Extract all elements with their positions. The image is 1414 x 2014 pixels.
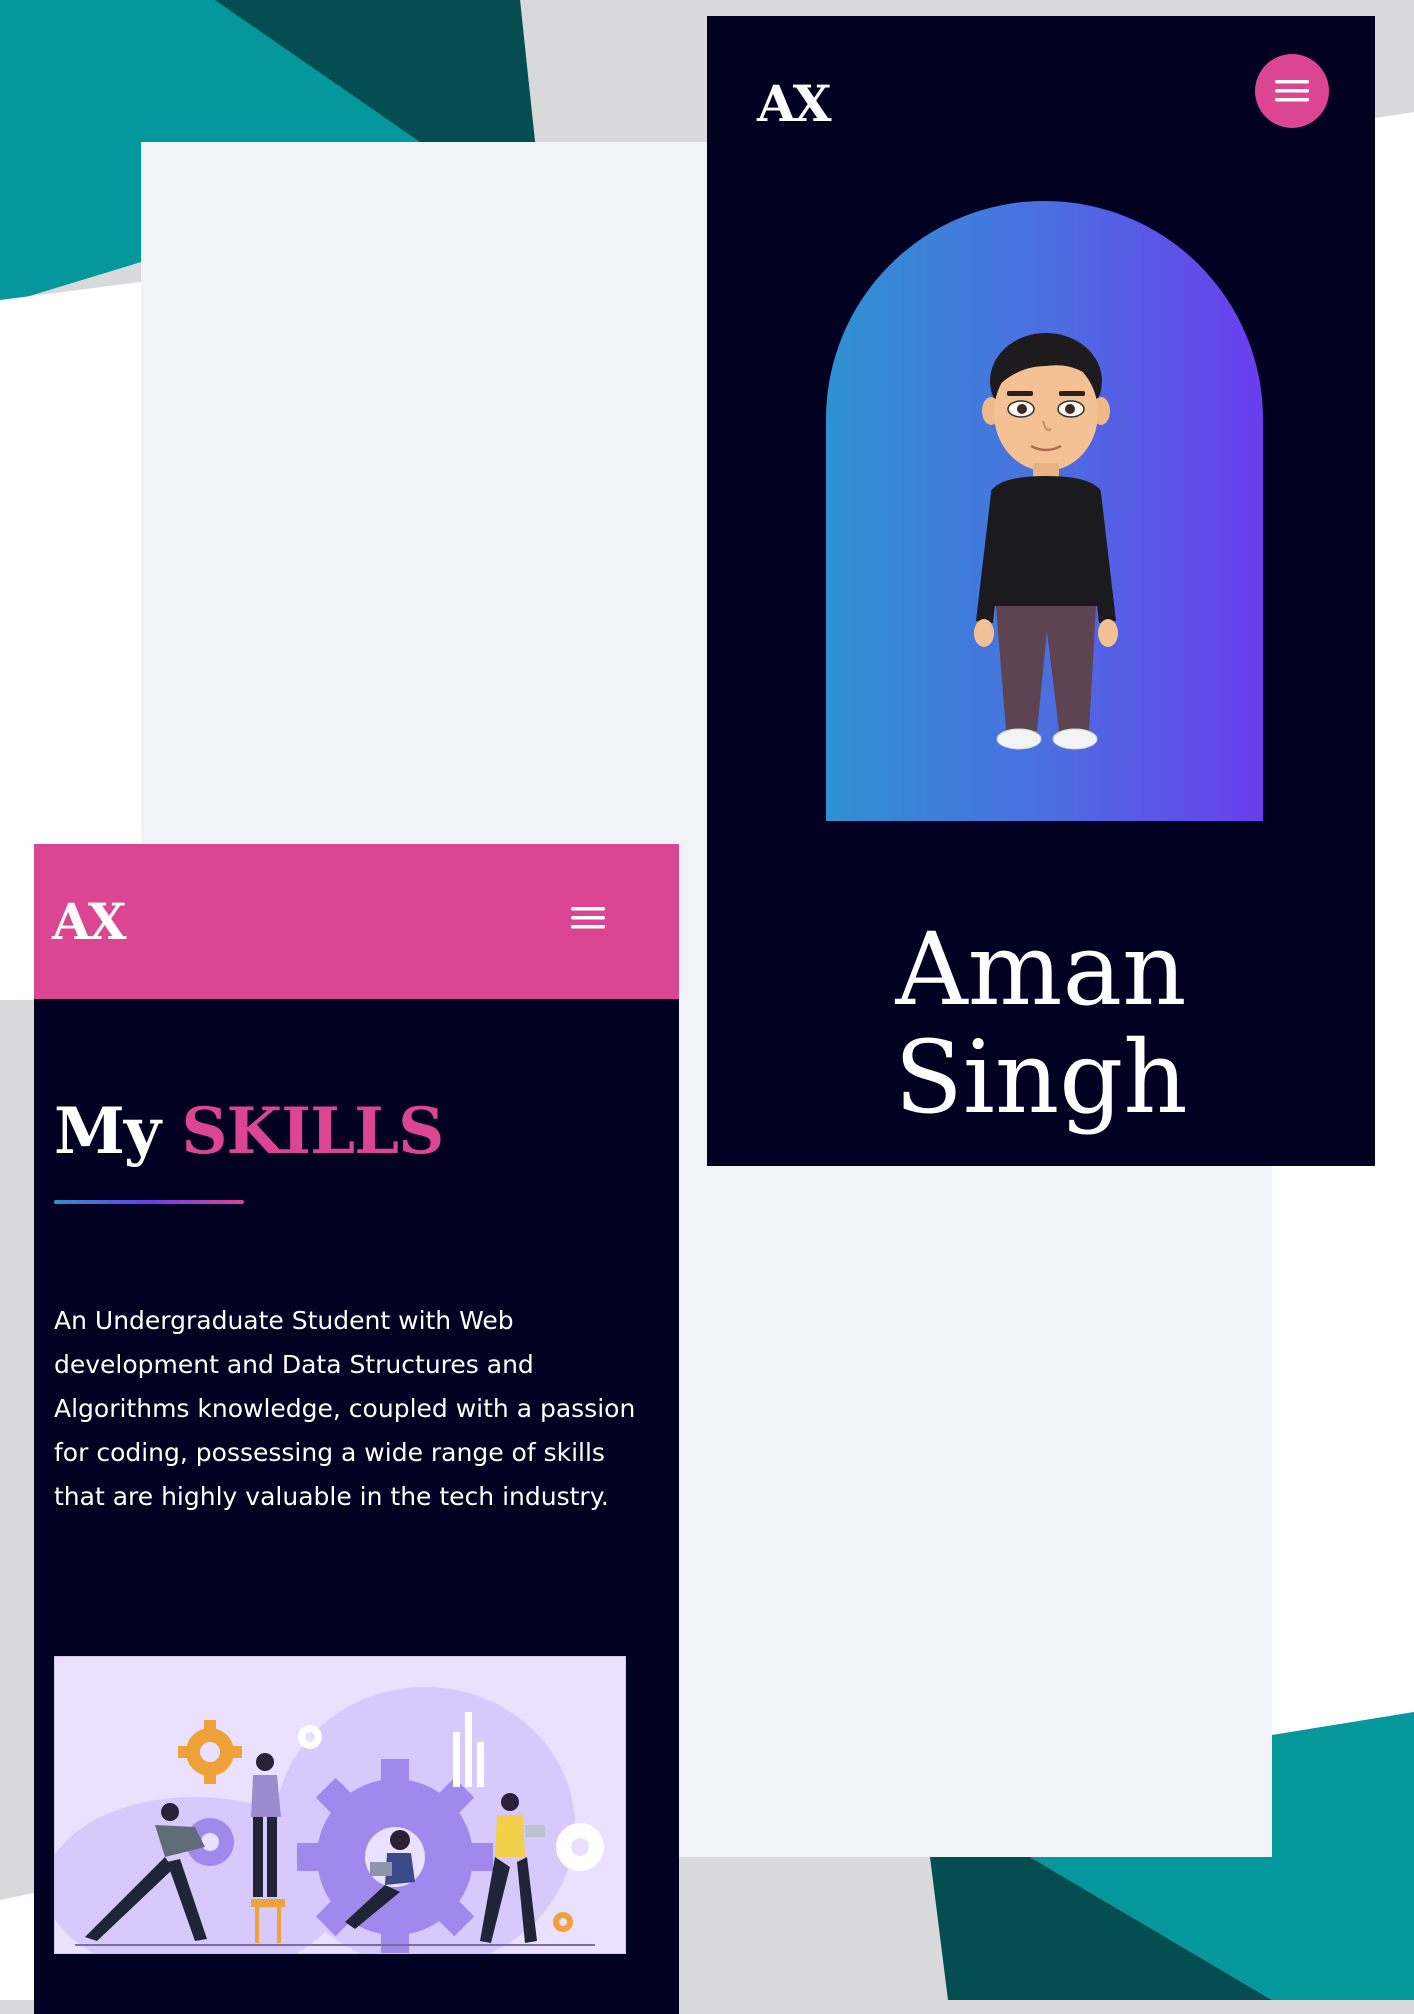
bitmoji-avatar xyxy=(974,333,1118,750)
hero-last-name: Singh xyxy=(894,1019,1188,1136)
skills-header: AX xyxy=(34,844,679,999)
skills-heading-accent: SKILLS xyxy=(181,1094,444,1169)
hamburger-menu-icon xyxy=(571,907,605,929)
skills-heading-prefix: My xyxy=(54,1094,161,1169)
heading-underline xyxy=(54,1200,244,1204)
hero-screen: AX Aman Singh xyxy=(707,16,1375,1166)
avatar-arch xyxy=(826,201,1263,821)
skills-heading: My SKILLS xyxy=(54,1094,444,1169)
hamburger-menu-icon xyxy=(1275,80,1309,102)
hero-logo[interactable]: AX xyxy=(757,74,832,133)
teal-shape-bottom-right xyxy=(1272,1712,1414,2000)
teamwork-gears-illustration xyxy=(54,1656,626,1954)
hero-name: Aman Singh xyxy=(707,916,1375,1132)
skills-menu-button[interactable] xyxy=(568,898,608,938)
skills-description: An Undergraduate Student with Web develo… xyxy=(54,1306,636,1511)
skills-screen: AX My SKILLS An Undergraduate Student wi… xyxy=(34,844,679,2014)
hero-menu-button[interactable] xyxy=(1255,54,1329,128)
skills-logo[interactable]: AX xyxy=(52,892,127,951)
illustration-drawing xyxy=(55,1657,625,1953)
hero-first-name: Aman xyxy=(895,911,1187,1028)
